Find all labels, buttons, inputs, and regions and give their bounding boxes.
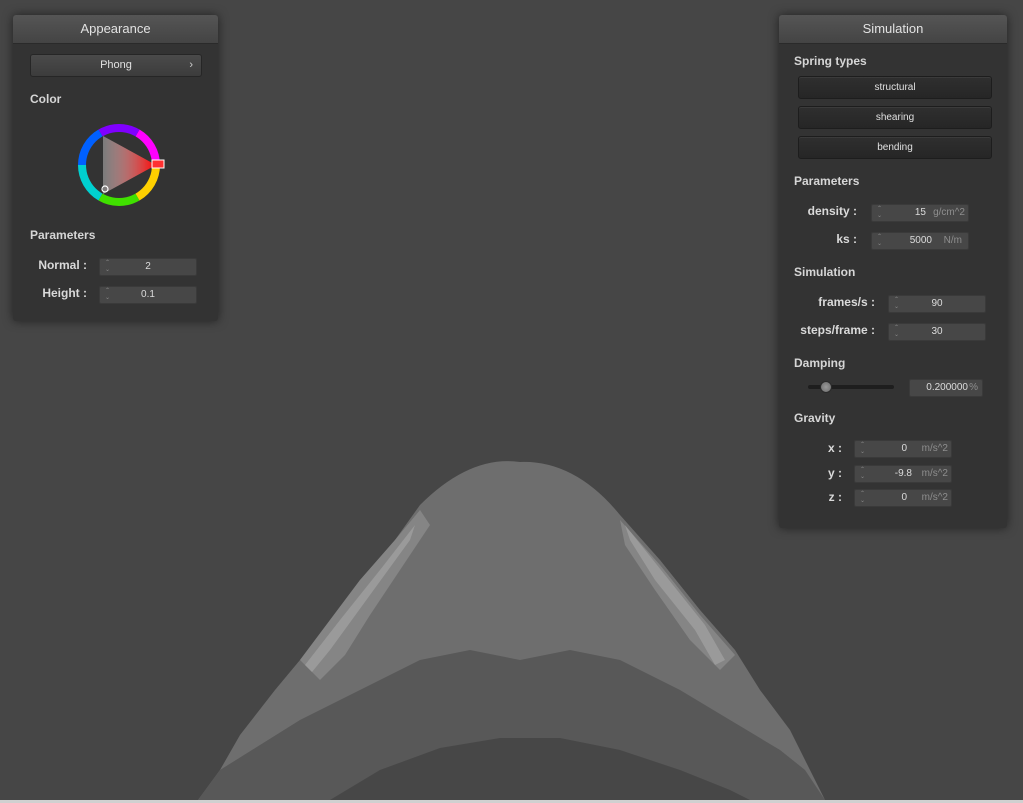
- fps-value: 90: [931, 298, 943, 309]
- appearance-parameters-label: Parameters: [30, 228, 96, 242]
- steps-value: 30: [931, 326, 943, 337]
- ks-value: 5000: [909, 235, 932, 246]
- gravity-z-value: 0: [901, 492, 907, 503]
- gravity-z-label: z :: [828, 490, 842, 504]
- shearing-button[interactable]: shearing: [798, 106, 992, 129]
- gravity-z-unit: m/s^2: [921, 492, 948, 503]
- density-label: density :: [807, 204, 857, 218]
- density-value: 15: [914, 207, 926, 218]
- simulation-panel: Simulation Spring types structural shear…: [779, 15, 1007, 528]
- gravity-y-field[interactable]: ⌃ ⌄ -9.8 m/s^2: [854, 465, 952, 483]
- cloth-mesh: [198, 461, 825, 800]
- height-field[interactable]: ⌃ ⌄ 0.1: [99, 286, 197, 304]
- fps-label: frames/s :: [818, 295, 875, 309]
- fps-field[interactable]: ⌃ ⌄ 90: [888, 295, 986, 313]
- spring-types-label: Spring types: [794, 54, 867, 68]
- bending-button[interactable]: bending: [798, 136, 992, 159]
- height-value: 0.1: [141, 289, 155, 300]
- damping-value: 0.200000: [926, 382, 968, 393]
- normal-field[interactable]: ⌃ ⌄ 2: [99, 258, 197, 276]
- steps-label: steps/frame :: [800, 323, 875, 337]
- gravity-y-value: -9.8: [894, 468, 912, 479]
- updown-arrows-icon[interactable]: ⌃ ⌄: [859, 442, 866, 456]
- normal-value: 2: [145, 261, 151, 272]
- damping-slider-handle[interactable]: [820, 381, 832, 393]
- updown-arrows-icon[interactable]: ⌃ ⌄: [859, 467, 866, 481]
- updown-arrows-icon[interactable]: ⌃ ⌄: [859, 491, 866, 505]
- structural-button[interactable]: structural: [798, 76, 992, 99]
- height-label: Height :: [42, 286, 87, 300]
- gravity-y-unit: m/s^2: [921, 468, 948, 479]
- appearance-panel-title[interactable]: Appearance: [13, 15, 218, 44]
- gravity-y-label: y :: [827, 466, 842, 480]
- updown-arrows-icon[interactable]: ⌃ ⌄: [876, 234, 883, 248]
- shader-popup-label: Phong: [100, 59, 132, 71]
- chevron-right-icon: ›: [189, 59, 193, 71]
- normal-label: Normal :: [38, 258, 87, 272]
- ks-unit: N/m: [943, 235, 962, 246]
- ks-field[interactable]: ⌃ ⌄ 5000 N/m: [871, 232, 969, 250]
- density-unit: g/cm^2: [933, 207, 965, 218]
- gravity-x-field[interactable]: ⌃ ⌄ 0 m/s^2: [854, 440, 952, 458]
- color-wheel[interactable]: [72, 118, 166, 212]
- damping-field[interactable]: 0.200000 %: [909, 379, 983, 397]
- ks-label: ks :: [836, 232, 857, 246]
- damping-unit: %: [969, 382, 978, 393]
- gravity-z-field[interactable]: ⌃ ⌄ 0 m/s^2: [854, 489, 952, 507]
- color-section-label: Color: [30, 92, 62, 106]
- simulation-section-label: Simulation: [794, 265, 856, 279]
- simulation-parameters-label: Parameters: [794, 174, 860, 188]
- density-field[interactable]: ⌃ ⌄ 15 g/cm^2: [871, 204, 969, 222]
- gravity-x-label: x :: [827, 441, 842, 455]
- steps-field[interactable]: ⌃ ⌄ 30: [888, 323, 986, 341]
- gravity-x-value: 0: [901, 443, 907, 454]
- simulation-panel-title[interactable]: Simulation: [779, 15, 1007, 44]
- hue-marker[interactable]: [151, 159, 165, 169]
- appearance-panel: Appearance Phong › Color Parameters Norm…: [13, 15, 218, 321]
- updown-arrows-icon[interactable]: ⌃ ⌄: [876, 206, 883, 220]
- gravity-x-unit: m/s^2: [921, 443, 948, 454]
- shader-popup-button[interactable]: Phong ›: [30, 54, 202, 77]
- damping-section-label: Damping: [794, 356, 846, 370]
- gravity-section-label: Gravity: [794, 411, 836, 425]
